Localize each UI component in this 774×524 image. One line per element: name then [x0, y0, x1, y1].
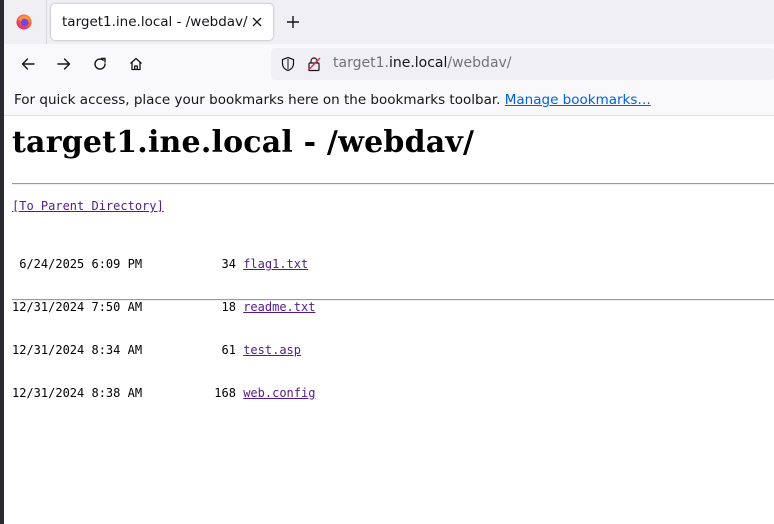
- file-row: 6/24/2025 6:09 PM 34 flag1.txt: [12, 257, 315, 272]
- file-date: 6/24/2025: [12, 257, 85, 271]
- tracking-protection-shield-icon[interactable]: [280, 56, 296, 72]
- file-size: 18: [142, 300, 236, 314]
- manage-bookmarks-link[interactable]: Manage bookmarks…: [505, 92, 651, 108]
- tab-strip: target1.ine.local - /webdav/: [4, 0, 774, 44]
- back-arrow-icon[interactable]: [20, 56, 36, 72]
- url-path: /webdav/: [447, 55, 512, 71]
- file-link[interactable]: test.asp: [243, 343, 301, 357]
- reload-icon[interactable]: [92, 56, 108, 72]
- file-time: 7:50 AM: [84, 300, 143, 314]
- file-date: 12/31/2024: [12, 343, 85, 357]
- file-link[interactable]: web.config: [243, 386, 315, 400]
- url-prefix: target1.: [333, 55, 389, 71]
- new-tab-icon[interactable]: [285, 14, 301, 30]
- file-row: 12/31/2024 8:38 AM 168 web.config: [12, 386, 315, 401]
- file-date: 12/31/2024: [12, 300, 85, 314]
- bookmarks-message-line: For quick access, place your bookmarks h…: [14, 92, 651, 108]
- file-size: 34: [142, 257, 236, 271]
- bookmarks-toolbar: For quick access, place your bookmarks h…: [4, 84, 774, 116]
- firefox-logo-icon[interactable]: [16, 14, 32, 30]
- home-icon[interactable]: [128, 56, 144, 72]
- horizontal-rule-bottom: [12, 299, 774, 301]
- horizontal-rule-top: [12, 183, 774, 185]
- url-text[interactable]: target1.ine.local/webdav/: [333, 55, 512, 71]
- close-tab-icon[interactable]: [249, 14, 265, 30]
- file-date: 12/31/2024: [12, 386, 85, 400]
- url-host: ine.local: [388, 55, 448, 71]
- file-time: 8:38 AM: [84, 386, 143, 400]
- file-size: 61: [142, 343, 236, 357]
- parent-directory-link[interactable]: [To Parent Directory]: [12, 199, 164, 213]
- tab-title: target1.ine.local - /webdav/: [62, 14, 248, 30]
- page-title: target1.ine.local - /webdav/: [12, 125, 475, 160]
- file-row: 12/31/2024 8:34 AM 61 test.asp: [12, 343, 315, 358]
- file-time: 6:09 PM: [84, 257, 143, 271]
- page-content: target1.ine.local - /webdav/ [To Parent …: [4, 117, 774, 524]
- url-bar[interactable]: target1.ine.local/webdav/: [271, 48, 774, 80]
- tab-active[interactable]: target1.ine.local - /webdav/: [51, 4, 273, 40]
- file-link[interactable]: flag1.txt: [243, 257, 308, 271]
- navigation-bar: target1.ine.local/webdav/: [4, 44, 774, 84]
- file-size: 168: [142, 386, 236, 400]
- tab-separator: [46, 0, 47, 44]
- file-row: 12/31/2024 7:50 AM 18 readme.txt: [12, 300, 315, 315]
- file-link[interactable]: readme.txt: [243, 300, 315, 314]
- insecure-lock-icon[interactable]: [306, 56, 322, 72]
- file-time: 8:34 AM: [84, 343, 143, 357]
- bookmarks-message: For quick access, place your bookmarks h…: [14, 92, 501, 108]
- forward-arrow-icon[interactable]: [56, 56, 72, 72]
- file-listing: 6/24/2025 6:09 PM 34 flag1.txt 12/31/202…: [12, 229, 315, 429]
